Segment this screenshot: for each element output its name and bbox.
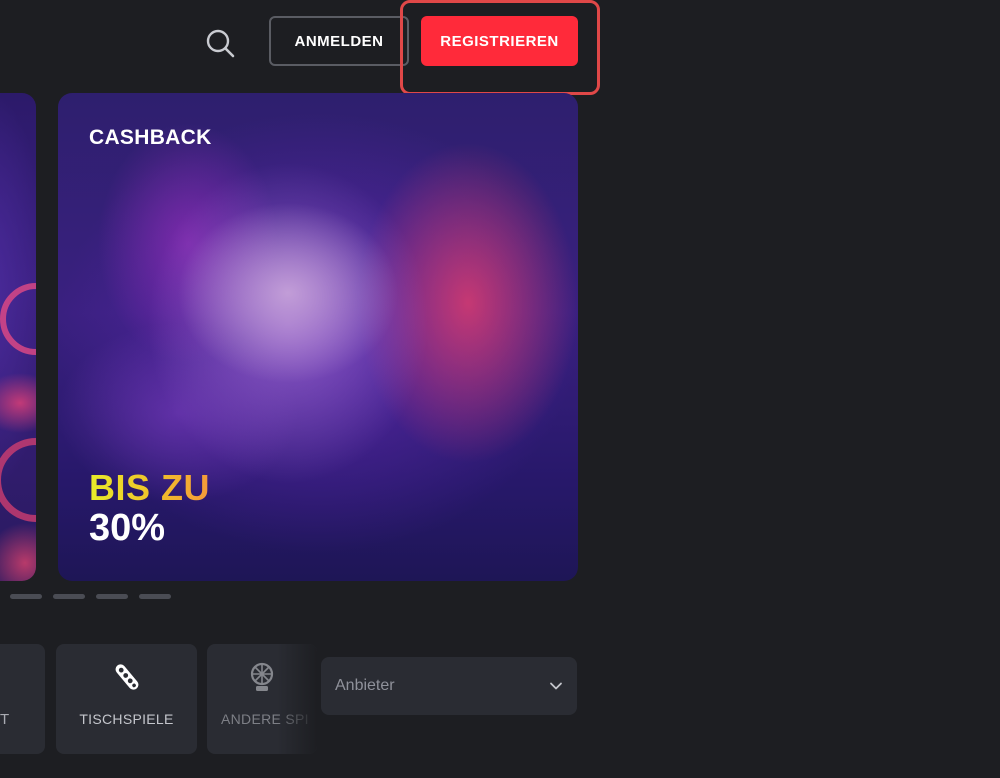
slide-tag: CASHBACK [89,126,212,149]
carousel-dot[interactable] [10,594,42,599]
register-button[interactable]: REGISTRIEREN [421,16,578,66]
carousel-dot[interactable] [139,594,171,599]
category-tile-other-games[interactable]: ANDERE SPI [207,644,317,754]
category-tile-slots[interactable]: T [0,644,45,754]
carousel-slide-previous[interactable] [0,93,36,581]
carousel-slide-cashback[interactable]: CASHBACK BIS ZU 30% [58,93,578,581]
category-tile-table-games[interactable]: TISCHSPIELE [56,644,197,754]
slide-headline: BIS ZU [89,467,211,508]
carousel-dot[interactable] [96,594,128,599]
slide-decoration [0,438,36,522]
provider-select[interactable]: Anbieter [321,657,577,715]
roulette-icon [115,664,138,690]
search-icon [206,29,235,58]
wheel-icon [250,662,274,691]
slide-amount: 30% [89,507,166,549]
category-label: TISCHSPIELE [79,711,174,727]
login-button[interactable]: ANMELDEN [269,16,409,66]
provider-select-placeholder: Anbieter [335,677,395,694]
page: ANMELDEN REGISTRIEREN CASHBACK BIS ZU 30… [0,0,1000,778]
chevron-down-icon [550,682,562,690]
carousel-dot[interactable] [53,594,85,599]
search-button[interactable] [203,26,237,60]
carousel-pagination [10,594,171,599]
scroll-fade [277,644,317,754]
slide-decoration [0,283,36,355]
category-label: T [0,711,10,728]
